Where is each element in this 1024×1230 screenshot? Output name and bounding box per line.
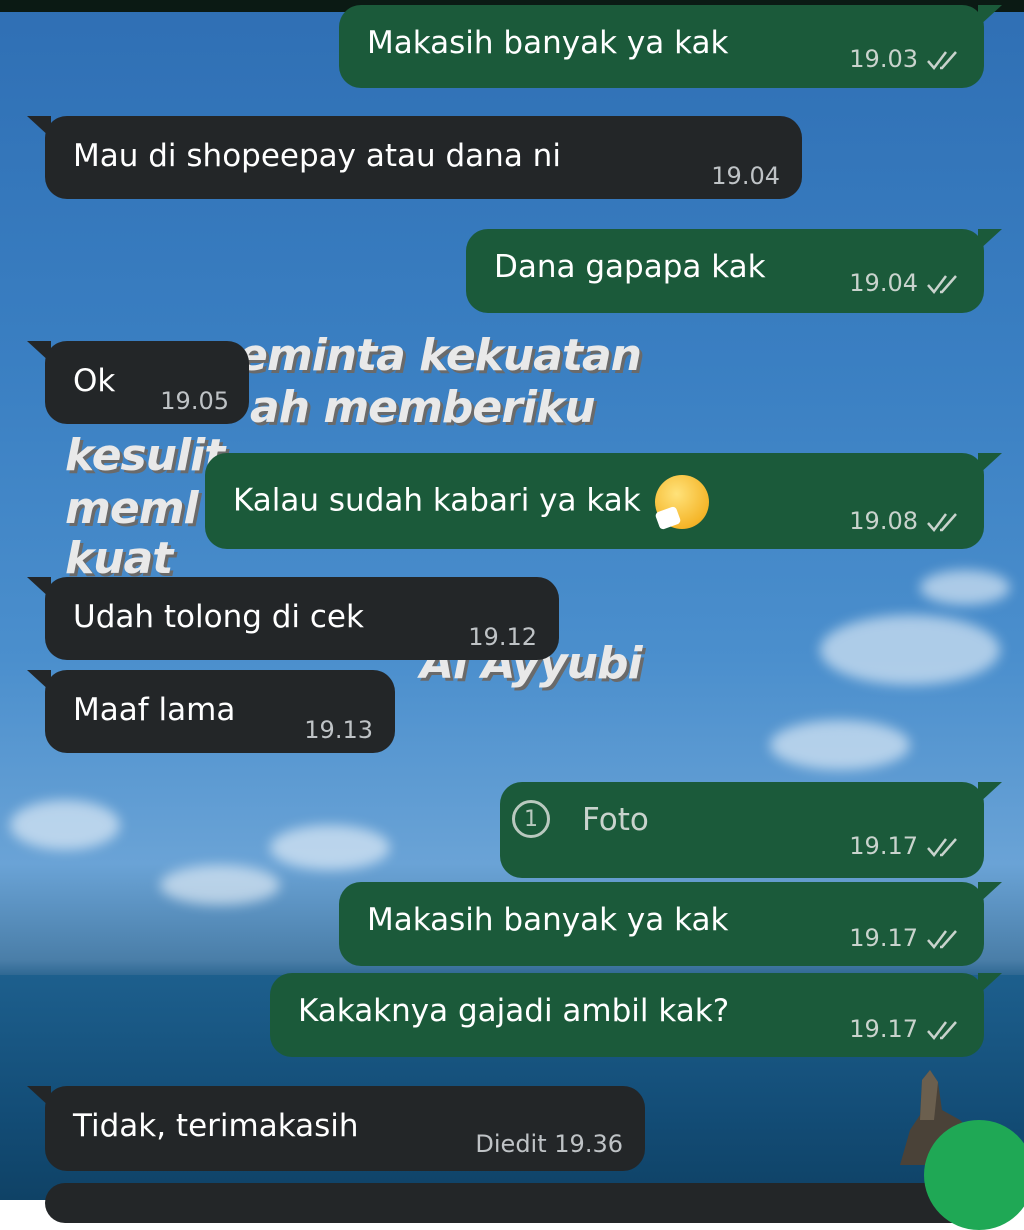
message-bubble-incoming[interactable]: Mau di shopeepay atau dana ni 19.04	[27, 116, 802, 199]
message-text: Kakaknya gajadi ambil kak?	[298, 993, 730, 1029]
read-receipt-icon	[927, 513, 957, 532]
message-bubble-outgoing-photo[interactable]: 1 Foto 19.17	[500, 782, 1002, 878]
scroll-to-bottom-button[interactable]	[924, 1120, 1024, 1230]
message-bubble-partial[interactable]	[45, 1183, 975, 1223]
wallpaper-cloud	[770, 720, 910, 770]
read-receipt-icon	[927, 1021, 957, 1040]
sneezing-face-emoji-icon	[654, 475, 709, 531]
message-time: 19.17	[849, 1015, 962, 1043]
wallpaper-text: meml	[65, 483, 199, 534]
wallpaper-cloud	[920, 570, 1010, 605]
message-text: Udah tolong di cek	[73, 599, 364, 635]
message-timestamp: 19.36	[554, 1130, 623, 1158]
message-time: 19.17	[849, 924, 962, 952]
wallpaper-cloud	[10, 800, 120, 850]
message-text: Tidak, terimakasih	[73, 1108, 359, 1144]
read-receipt-icon	[927, 838, 957, 857]
message-text: Maaf lama	[73, 692, 236, 728]
message-time: Diedit 19.36	[475, 1130, 623, 1158]
message-text: Ok	[73, 363, 116, 399]
message-timestamp: 19.13	[304, 716, 373, 744]
message-timestamp: 19.04	[711, 162, 780, 190]
message-text: Makasih banyak ya kak	[367, 902, 729, 938]
message-bubble-incoming[interactable]: Udah tolong di cek 19.12	[27, 577, 559, 660]
message-text: Mau di shopeepay atau dana ni	[73, 138, 561, 174]
message-timestamp: 19.08	[849, 507, 918, 535]
read-receipt-icon	[927, 275, 957, 294]
wallpaper-cloud	[270, 825, 390, 870]
message-text: Makasih banyak ya kak	[367, 25, 729, 61]
wallpaper-cloud	[160, 865, 280, 905]
message-timestamp: 19.03	[849, 45, 918, 73]
message-timestamp: 19.05	[160, 387, 229, 415]
photo-label: Foto	[582, 802, 649, 838]
edited-label: Diedit	[475, 1130, 547, 1158]
message-bubble-outgoing[interactable]: Kalau sudah kabari ya kak 19.08	[205, 453, 1002, 549]
message-bubble-outgoing[interactable]: Makasih banyak ya kak 19.17	[339, 882, 1002, 966]
read-receipt-icon	[927, 930, 957, 949]
message-text: Kalau sudah kabari ya kak	[233, 482, 641, 519]
message-timestamp: 19.04	[849, 269, 918, 297]
message-content: Kalau sudah kabari ya kak	[233, 475, 709, 531]
message-bubble-incoming[interactable]: Ok 19.05	[27, 341, 249, 424]
message-time: 19.17	[849, 832, 962, 860]
read-receipt-icon	[927, 51, 957, 70]
message-timestamp: 19.17	[849, 1015, 918, 1043]
wallpaper-text: eminta kekuatan	[238, 330, 642, 381]
wallpaper-text: kesulit	[65, 430, 225, 481]
message-bubble-outgoing[interactable]: Makasih banyak ya kak 19.03	[339, 5, 1002, 88]
message-bubble-outgoing[interactable]: Dana gapapa kak 19.04	[466, 229, 1002, 313]
message-time: 19.03	[849, 45, 962, 73]
message-time: 19.04	[849, 269, 962, 297]
wallpaper-cloud	[820, 615, 1000, 685]
message-timestamp: 19.17	[849, 832, 918, 860]
message-time: 19.08	[849, 507, 962, 535]
wallpaper-text: ah memberiku	[250, 382, 596, 433]
message-bubble-incoming[interactable]: Maaf lama 19.13	[27, 670, 395, 753]
message-bubble-outgoing[interactable]: Kakaknya gajadi ambil kak? 19.17	[270, 973, 1002, 1057]
view-once-icon[interactable]: 1	[512, 800, 550, 838]
message-bubble-incoming[interactable]: Tidak, terimakasih Diedit 19.36	[27, 1086, 645, 1171]
message-text: Dana gapapa kak	[494, 249, 766, 285]
message-timestamp: 19.17	[849, 924, 918, 952]
message-timestamp: 19.12	[468, 623, 537, 651]
